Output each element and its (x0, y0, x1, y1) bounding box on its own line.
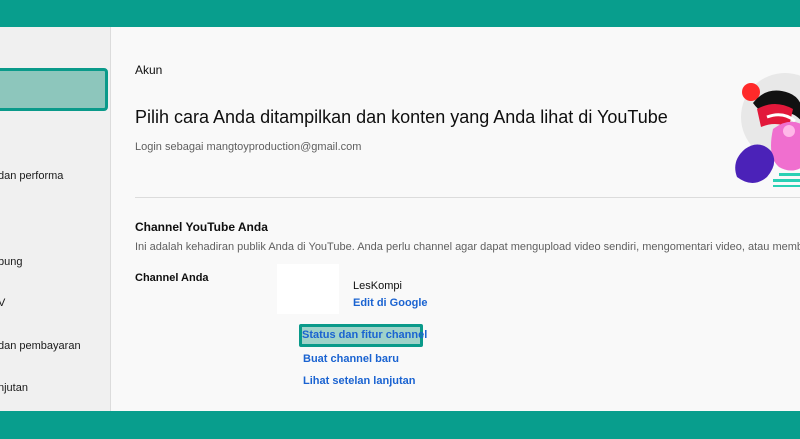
bottom-frame-bar (0, 411, 800, 439)
sidebar-item-tv[interactable]: V (0, 297, 5, 309)
sidebar-item-advanced[interactable]: njutan (0, 382, 28, 394)
login-info: Login sebagai mangtoyproduction@gmail.co… (135, 141, 362, 153)
edit-on-google-link[interactable]: Edit di Google (353, 297, 428, 309)
sidebar-item-billing[interactable]: dan pembayaran (0, 340, 81, 352)
channel-section-description: Ini adalah kehadiran publik Anda di YouT… (135, 241, 800, 253)
sidebar: dan performa bung V dan pembayaran njuta… (0, 27, 111, 411)
sidebar-item-connected-apps[interactable]: bung (0, 256, 22, 268)
channel-label: Channel Anda (135, 272, 209, 284)
top-frame-bar (0, 0, 800, 27)
account-illustration (735, 73, 800, 187)
sidebar-item-notifications-performance[interactable]: dan performa (0, 170, 63, 182)
view-advanced-settings-link[interactable]: Lihat setelan lanjutan (303, 375, 415, 387)
channel-section-title: Channel YouTube Anda (135, 220, 268, 234)
sidebar-item-account-active[interactable] (0, 68, 108, 111)
avatar[interactable] (277, 264, 339, 314)
create-new-channel-link[interactable]: Buat channel baru (303, 353, 399, 365)
channel-status-features-link[interactable]: Status dan fitur channel (299, 324, 427, 347)
page-headline: Pilih cara Anda ditampilkan dan konten y… (135, 107, 668, 127)
channel-name: LesKompi (353, 280, 402, 292)
section-divider (135, 197, 800, 198)
main-content: Akun Pilih cara Anda ditampilkan dan kon… (111, 27, 800, 411)
section-label: Akun (135, 63, 163, 77)
